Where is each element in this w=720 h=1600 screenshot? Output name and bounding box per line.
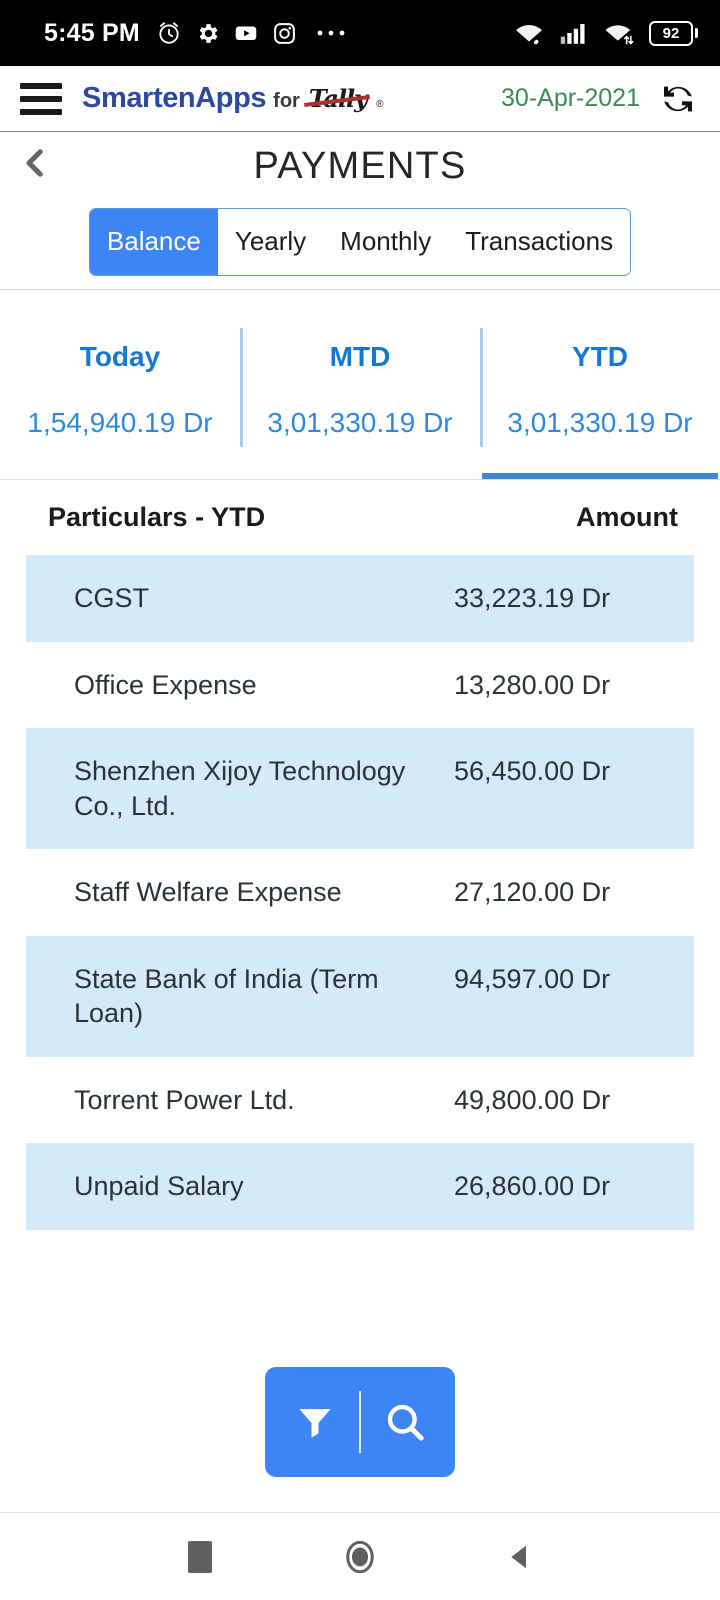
row-amount: 27,120.00 Dr bbox=[454, 877, 611, 908]
overflow-dots-icon bbox=[317, 30, 345, 36]
table-row[interactable]: Shenzhen Xijoy Technology Co., Ltd. 56,4… bbox=[26, 728, 694, 850]
row-particulars: Torrent Power Ltd. bbox=[74, 1084, 295, 1115]
wifi-link-icon bbox=[516, 24, 542, 46]
youtube-icon bbox=[235, 26, 257, 41]
period-summary-bar: Today 1,54,940.19 Dr MTD 3,01,330.19 Dr … bbox=[0, 290, 720, 480]
android-status-bar: 5:45 PM 92 bbox=[0, 0, 720, 66]
filter-funnel-icon[interactable] bbox=[271, 1367, 359, 1477]
action-pill bbox=[265, 1367, 455, 1477]
recents-square-icon[interactable] bbox=[165, 1522, 235, 1592]
table-row[interactable]: CGST 33,223.19 Dr bbox=[26, 555, 694, 642]
hamburger-menu-icon[interactable] bbox=[18, 79, 64, 119]
app-bar: SmartenApps for Tally ® 30-Apr-2021 bbox=[0, 66, 720, 132]
summary-label-ytd: YTD bbox=[572, 340, 628, 372]
tab-balance[interactable]: Balance bbox=[89, 208, 218, 275]
row-amount: 26,860.00 Dr bbox=[454, 1171, 611, 1202]
table-row[interactable]: Staff Welfare Expense 27,120.00 Dr bbox=[26, 849, 694, 936]
summary-value-mtd: 3,01,330.19 Dr bbox=[267, 406, 453, 438]
home-circle-icon[interactable] bbox=[325, 1522, 395, 1592]
table-row[interactable]: Office Expense 13,280.00 Dr bbox=[26, 641, 694, 729]
tab-transactions[interactable]: Transactions bbox=[448, 208, 631, 275]
alarm-icon bbox=[159, 22, 179, 44]
page-title: PAYMENTS bbox=[253, 144, 467, 187]
battery-indicator: 92 bbox=[649, 20, 698, 46]
table-body: CGST 33,223.19 Dr Office Expense 13,280.… bbox=[0, 555, 720, 1230]
row-amount: 49,800.00 Dr bbox=[454, 1084, 611, 1115]
app-root: 5:45 PM 92 SmartenApps for Tally ® 30-Ap… bbox=[0, 0, 720, 1600]
instagram-icon bbox=[274, 22, 295, 44]
summary-cell-ytd[interactable]: YTD 3,01,330.19 Dr bbox=[480, 300, 720, 479]
wifi-transfer-icon bbox=[605, 25, 634, 45]
row-particulars: Staff Welfare Expense bbox=[74, 877, 342, 908]
status-bar-right: 92 bbox=[513, 20, 698, 46]
status-bar-left: 5:45 PM bbox=[44, 19, 513, 48]
action-bar bbox=[0, 1332, 720, 1512]
column-header-amount: Amount bbox=[576, 502, 678, 532]
summary-cell-today[interactable]: Today 1,54,940.19 Dr bbox=[0, 300, 240, 479]
cellular-signal-icon bbox=[560, 24, 585, 44]
summary-label-mtd: MTD bbox=[329, 340, 391, 372]
gear-icon bbox=[199, 23, 218, 43]
app-brand-logo: SmartenApps for Tally ® bbox=[82, 82, 501, 115]
row-particulars: State Bank of India (Term Loan) bbox=[74, 963, 379, 1029]
table-row[interactable]: Torrent Power Ltd. 49,800.00 Dr bbox=[26, 1056, 694, 1144]
registered-mark: ® bbox=[376, 99, 384, 110]
chevron-left-icon[interactable] bbox=[10, 138, 60, 188]
tab-monthly[interactable]: Monthly bbox=[323, 208, 449, 275]
status-bar-clock: 5:45 PM bbox=[44, 18, 140, 47]
row-particulars: Shenzhen Xijoy Technology Co., Ltd. bbox=[74, 756, 406, 821]
brand-connector: for bbox=[273, 90, 300, 112]
table-header-row: Particulars - YTD Amount bbox=[0, 480, 720, 555]
row-particulars: Office Expense bbox=[74, 669, 257, 700]
row-amount: 33,223.19 Dr bbox=[454, 583, 611, 613]
table-row[interactable]: Unpaid Salary 26,860.00 Dr bbox=[26, 1143, 694, 1230]
company-period-date: 30-Apr-2021 bbox=[501, 84, 640, 112]
summary-label-today: Today bbox=[79, 340, 161, 372]
tab-yearly[interactable]: Yearly bbox=[217, 208, 324, 275]
row-amount: 94,597.00 Dr bbox=[454, 963, 611, 994]
page-header: PAYMENTS bbox=[0, 132, 720, 194]
column-header-particulars: Particulars - YTD bbox=[48, 502, 266, 532]
row-particulars: CGST bbox=[74, 583, 150, 613]
summary-value-today: 1,54,940.19 Dr bbox=[27, 406, 213, 438]
back-triangle-icon[interactable] bbox=[485, 1522, 555, 1592]
row-amount: 13,280.00 Dr bbox=[454, 669, 611, 700]
brand-name: SmartenApps bbox=[82, 82, 267, 114]
segmented-control: Balance Yearly Monthly Transactions bbox=[88, 207, 632, 276]
row-amount: 56,450.00 Dr bbox=[454, 756, 611, 787]
summary-cell-mtd[interactable]: MTD 3,01,330.19 Dr bbox=[240, 300, 480, 479]
battery-level-label: 92 bbox=[662, 24, 680, 42]
row-particulars: Unpaid Salary bbox=[74, 1171, 244, 1202]
search-magnifier-icon[interactable] bbox=[361, 1367, 449, 1477]
table-row[interactable]: State Bank of India (Term Loan) 94,597.0… bbox=[26, 935, 694, 1057]
view-tabs-container: Balance Yearly Monthly Transactions bbox=[0, 194, 720, 290]
android-nav-bar bbox=[0, 1512, 720, 1600]
summary-value-ytd: 3,01,330.19 Dr bbox=[507, 406, 693, 438]
refresh-icon[interactable] bbox=[658, 79, 698, 119]
ledger-table: Particulars - YTD Amount CGST 33,223.19 … bbox=[0, 480, 720, 1332]
tally-logo: Tally bbox=[308, 84, 368, 113]
action-divider bbox=[359, 1391, 361, 1453]
